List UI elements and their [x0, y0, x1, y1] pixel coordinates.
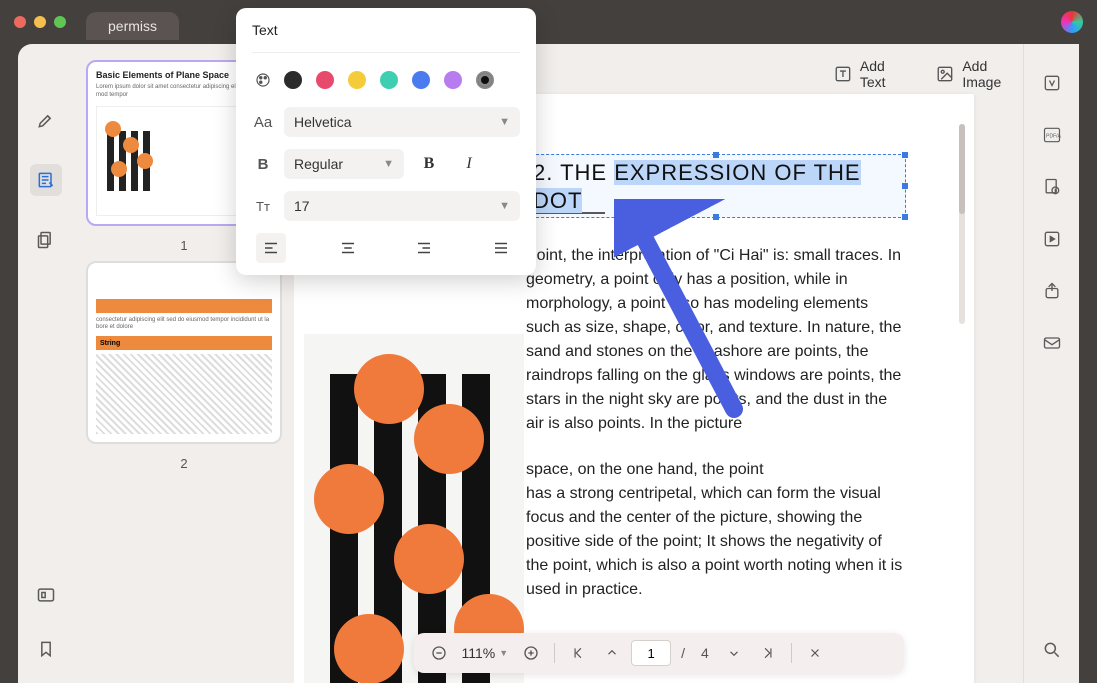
prev-page-button[interactable] [597, 638, 627, 668]
thumbnail-page-2[interactable]: consectetur adipiscing elit sed do eiusm… [86, 261, 282, 445]
left-tool-rail [18, 44, 74, 683]
page-number-input[interactable] [631, 640, 671, 666]
font-size-value: 17 [294, 198, 310, 214]
thumb-preview-graphic [96, 354, 272, 434]
body-paragraph-1: Point, the interpretation of "Ci Hai" is… [526, 244, 906, 436]
color-swatch-selected[interactable] [476, 71, 494, 89]
zoom-in-button[interactable] [516, 638, 546, 668]
minimize-window-button[interactable] [34, 16, 46, 28]
window-titlebar: permiss [0, 0, 1097, 44]
heading-prefix: 2. THE [533, 160, 614, 185]
align-justify-button[interactable] [486, 233, 516, 263]
add-image-label: Add Image [962, 58, 1023, 90]
resize-handle[interactable] [902, 214, 908, 220]
search-icon[interactable] [1039, 637, 1065, 663]
last-page-button[interactable] [753, 638, 783, 668]
separator [791, 643, 792, 663]
zoom-level-dropdown[interactable]: 111% ▼ [458, 645, 513, 661]
thumb-preview-text [96, 275, 272, 295]
color-swatch-yellow[interactable] [348, 71, 366, 89]
first-page-button[interactable] [563, 638, 593, 668]
maximize-window-button[interactable] [54, 16, 66, 28]
close-window-button[interactable] [14, 16, 26, 28]
app-shell: Basic Elements of Plane Space Lorem ipsu… [18, 44, 1079, 683]
document-figure [304, 334, 524, 683]
field-tool-icon[interactable] [30, 579, 62, 611]
zoom-out-button[interactable] [424, 638, 454, 668]
share-icon[interactable] [1039, 278, 1065, 304]
slideshow-icon[interactable] [1039, 226, 1065, 252]
chevron-down-icon: ▼ [499, 648, 508, 658]
zoom-value: 111% [462, 645, 496, 661]
add-text-label: Add Text [860, 58, 909, 90]
font-family-value: Helvetica [294, 114, 352, 130]
page-navigation-toolbar: 111% ▼ / 4 [414, 633, 904, 673]
resize-handle[interactable] [902, 183, 908, 189]
text-align-row [252, 233, 520, 263]
resize-handle[interactable] [902, 152, 908, 158]
window-controls [14, 16, 66, 28]
italic-button[interactable]: I [454, 149, 484, 179]
font-family-icon: Aa [252, 114, 274, 131]
font-family-select[interactable]: Helvetica ▼ [284, 107, 520, 137]
align-left-button[interactable] [256, 233, 286, 263]
chevron-down-icon: ▼ [499, 200, 510, 212]
canvas-top-actions: Add Text Add Image [834, 58, 1023, 90]
separator [252, 52, 520, 53]
page-total: 4 [695, 645, 715, 661]
font-size-select[interactable]: 17 ▼ [284, 191, 520, 221]
ocr-icon[interactable] [1039, 70, 1065, 96]
font-weight-select[interactable]: Regular ▼ [284, 149, 404, 179]
color-swatch-black[interactable] [284, 71, 302, 89]
selected-heading-text[interactable]: 2. THE EXPRESSION OF THE DOT [527, 155, 905, 218]
text-properties-popover: Text Aa Helvetica ▼ B Regular ▼ B I [236, 8, 536, 275]
color-swatch-teal[interactable] [380, 71, 398, 89]
bold-button[interactable]: B [414, 149, 444, 179]
app-logo-icon [1061, 11, 1083, 33]
chevron-down-icon: ▼ [499, 116, 510, 128]
thumb-number: 2 [86, 456, 282, 471]
text-selection-box[interactable]: 2. THE EXPRESSION OF THE DOT [526, 154, 906, 218]
add-image-button[interactable]: Add Image [936, 58, 1023, 90]
color-swatches [284, 71, 494, 89]
color-swatch-purple[interactable] [444, 71, 462, 89]
thumb-string-label: String [96, 336, 272, 350]
document-tab[interactable]: permiss [86, 12, 179, 40]
color-picker-icon[interactable] [252, 71, 274, 89]
thumb-orange-bar [96, 299, 272, 313]
bookmark-tool-icon[interactable] [30, 633, 62, 665]
page-separator: / [675, 645, 691, 661]
scrollbar-thumb[interactable] [959, 124, 965, 214]
color-swatch-blue[interactable] [412, 71, 430, 89]
font-size-icon: Tт [252, 199, 274, 214]
protect-icon[interactable] [1039, 174, 1065, 200]
image-icon [936, 64, 954, 84]
add-text-button[interactable]: Add Text [834, 58, 908, 90]
thumb-preview-text: consectetur adipiscing elit sed do eiusm… [96, 317, 272, 333]
highlighter-tool-icon[interactable] [30, 104, 62, 136]
chevron-down-icon: ▼ [383, 158, 394, 170]
pdfa-icon[interactable]: PDF/A [1039, 122, 1065, 148]
body-paragraph-2: space, on the one hand, the point has a … [526, 458, 906, 602]
mail-icon[interactable] [1039, 330, 1065, 356]
color-swatch-pink[interactable] [316, 71, 334, 89]
resize-handle[interactable] [713, 214, 719, 220]
vertical-scrollbar[interactable] [959, 124, 965, 324]
resize-handle[interactable] [713, 152, 719, 158]
pages-tool-icon[interactable] [30, 224, 62, 256]
align-center-button[interactable] [333, 233, 363, 263]
next-page-button[interactable] [719, 638, 749, 668]
document-tab-label: permiss [108, 18, 157, 34]
popover-title: Text [252, 22, 520, 38]
font-weight-icon: B [252, 156, 274, 173]
separator [554, 643, 555, 663]
close-toolbar-button[interactable] [800, 638, 830, 668]
svg-text:PDF/A: PDF/A [1046, 134, 1061, 140]
text-icon [834, 64, 852, 84]
align-right-button[interactable] [409, 233, 439, 263]
right-tool-rail: PDF/A [1023, 44, 1079, 683]
edit-text-tool-icon[interactable] [30, 164, 62, 196]
font-weight-value: Regular [294, 156, 343, 172]
